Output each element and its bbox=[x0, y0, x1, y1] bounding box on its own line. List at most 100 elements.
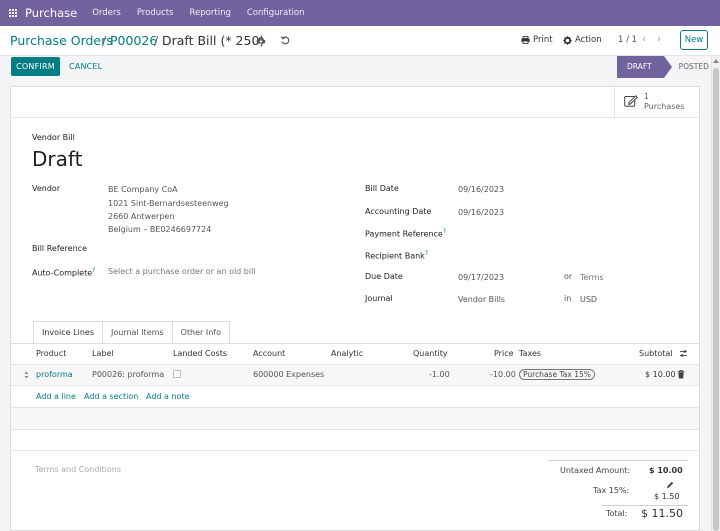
page-title: Draft bbox=[32, 147, 83, 171]
column-price[interactable]: Price bbox=[494, 349, 514, 358]
bill-date-label: Bill Date bbox=[365, 184, 399, 193]
tab-invoice-lines[interactable]: Invoice Lines bbox=[33, 321, 103, 344]
scroll-up-icon[interactable] bbox=[713, 59, 719, 63]
breadcrumb-separator: / bbox=[154, 33, 159, 48]
column-taxes[interactable]: Taxes bbox=[519, 349, 541, 358]
scrollbar-thumb[interactable] bbox=[713, 68, 719, 531]
optional-columns-icon[interactable] bbox=[679, 349, 688, 358]
drag-handle-icon[interactable] bbox=[24, 371, 29, 379]
help-icon[interactable]: ? bbox=[92, 267, 95, 274]
breadcrumb-separator: / bbox=[102, 33, 107, 48]
empty-row bbox=[11, 408, 699, 429]
confirm-button[interactable]: CONFIRM bbox=[11, 57, 60, 76]
pencil-icon[interactable] bbox=[666, 481, 674, 489]
app-menu-icon[interactable] bbox=[9, 8, 18, 18]
totals-divider bbox=[548, 460, 688, 461]
purchases-smart-button[interactable]: 1 Purchases bbox=[614, 87, 700, 118]
row-subtotal: $ 10.00 bbox=[645, 370, 676, 379]
total-divider bbox=[601, 505, 688, 506]
vendor-name[interactable]: BE Company CoA bbox=[108, 185, 178, 194]
add-note-link[interactable]: Add a note bbox=[146, 392, 190, 401]
journal-label: Journal bbox=[365, 294, 393, 303]
trash-icon[interactable] bbox=[677, 370, 685, 379]
form-sheet: 1 Purchases Vendor Bill Draft Vendor BE … bbox=[10, 86, 700, 531]
help-icon[interactable]: ? bbox=[443, 228, 446, 235]
notebook-tabs: Invoice Lines Journal Items Other Info bbox=[33, 321, 230, 344]
tab-journal-items[interactable]: Journal Items bbox=[102, 321, 173, 344]
recipient-bank-input[interactable] bbox=[458, 246, 688, 262]
gear-icon bbox=[563, 35, 572, 45]
column-account[interactable]: Account bbox=[253, 349, 285, 358]
column-quantity[interactable]: Quantity bbox=[413, 349, 448, 358]
menu-reporting[interactable]: Reporting bbox=[190, 8, 231, 18]
column-label[interactable]: Label bbox=[92, 349, 114, 358]
due-date-field[interactable]: 09/17/2023 bbox=[458, 273, 504, 282]
bill-date-field[interactable]: 09/16/2023 bbox=[458, 185, 504, 194]
tax-value: $ 1.50 bbox=[654, 492, 680, 501]
row-product[interactable]: proforma bbox=[36, 370, 73, 379]
pager-previous-icon[interactable]: ‹ bbox=[642, 34, 646, 45]
menu-products[interactable]: Products bbox=[137, 8, 174, 18]
breadcrumb-purchase-orders[interactable]: Purchase Orders bbox=[10, 33, 113, 48]
column-product[interactable]: Product bbox=[36, 349, 66, 358]
breadcrumb-bar: Purchase Orders / P00026 / Draft Bill (*… bbox=[0, 26, 720, 56]
document-kind: Vendor Bill bbox=[32, 133, 75, 142]
or-label: or bbox=[564, 272, 573, 281]
discard-changes-icon[interactable] bbox=[280, 35, 290, 45]
top-navbar: Purchase Orders Products Reporting Confi… bbox=[0, 0, 720, 26]
menu-configuration[interactable]: Configuration bbox=[247, 8, 305, 18]
autocomplete-label: Auto-Complete? bbox=[32, 267, 96, 278]
journal-field[interactable]: Vendor Bills bbox=[458, 295, 505, 304]
print-button[interactable]: Print bbox=[521, 35, 553, 45]
edit-icon bbox=[624, 95, 638, 107]
vendor-label: Vendor bbox=[32, 184, 61, 193]
landed-costs-checkbox[interactable] bbox=[173, 370, 181, 378]
new-button[interactable]: New bbox=[680, 30, 708, 50]
cloud-save-icon[interactable] bbox=[256, 36, 266, 44]
add-section-link[interactable]: Add a section bbox=[84, 392, 138, 401]
row-price[interactable]: -10.00 bbox=[490, 370, 516, 379]
cancel-button[interactable]: CANCEL bbox=[69, 62, 102, 71]
vendor-city: 2660 Antwerpen bbox=[108, 212, 175, 221]
payment-terms-input[interactable]: Terms bbox=[580, 273, 604, 282]
action-label: Action bbox=[575, 35, 602, 45]
column-landed-costs[interactable]: Landed Costs bbox=[173, 349, 227, 358]
row-quantity[interactable]: -1.00 bbox=[429, 370, 450, 379]
breadcrumb-order[interactable]: P00026 bbox=[110, 33, 157, 48]
control-bar: CONFIRM CANCEL DRAFT POSTED bbox=[0, 56, 720, 78]
app-name[interactable]: Purchase bbox=[25, 6, 77, 20]
row-label[interactable]: P00026: proforma bbox=[92, 370, 164, 379]
status-draft[interactable]: DRAFT bbox=[617, 56, 672, 78]
column-analytic[interactable]: Analytic bbox=[331, 349, 363, 358]
due-date-label: Due Date bbox=[365, 272, 403, 281]
bill-reference-label: Bill Reference bbox=[32, 244, 87, 253]
pager-next-icon[interactable]: › bbox=[657, 34, 661, 45]
untaxed-amount-label: Untaxed Amount: bbox=[560, 466, 631, 475]
add-line-link[interactable]: Add a line bbox=[36, 392, 76, 401]
pager-value[interactable]: 1 / 1 bbox=[618, 35, 637, 45]
tax-badge[interactable]: Purchase Tax 15% bbox=[519, 369, 595, 380]
accounting-date-label: Accounting Date bbox=[365, 207, 432, 216]
total-value: $ 11.50 bbox=[641, 507, 683, 520]
divider bbox=[11, 429, 699, 430]
purchases-count: 1 bbox=[644, 92, 649, 101]
payment-reference-input[interactable] bbox=[458, 224, 688, 240]
menu-orders[interactable]: Orders bbox=[92, 8, 121, 18]
purchases-label: Purchases bbox=[644, 102, 685, 111]
accounting-date-field[interactable]: 09/16/2023 bbox=[458, 208, 504, 217]
tax-label: Tax 15%: bbox=[593, 486, 630, 495]
tab-divider bbox=[11, 343, 699, 344]
scrollbar[interactable] bbox=[711, 56, 720, 531]
button-box: 1 Purchases bbox=[11, 87, 699, 118]
column-subtotal[interactable]: Subtotal bbox=[639, 349, 673, 358]
terms-conditions-input[interactable]: Terms and Conditions bbox=[35, 465, 121, 474]
vendor-street: 1021 Sint-Bernardsesteenweg bbox=[108, 199, 229, 208]
currency-field[interactable]: USD bbox=[580, 295, 597, 304]
help-icon[interactable]: ? bbox=[425, 250, 428, 257]
row-account[interactable]: 600000 Expenses bbox=[253, 370, 324, 379]
action-button[interactable]: Action bbox=[563, 35, 602, 45]
bill-reference-input[interactable] bbox=[108, 239, 348, 255]
autocomplete-input[interactable]: Select a purchase order or an old bill bbox=[108, 267, 256, 276]
payment-reference-label: Payment Reference? bbox=[365, 228, 447, 239]
tab-other-info[interactable]: Other Info bbox=[172, 321, 230, 344]
